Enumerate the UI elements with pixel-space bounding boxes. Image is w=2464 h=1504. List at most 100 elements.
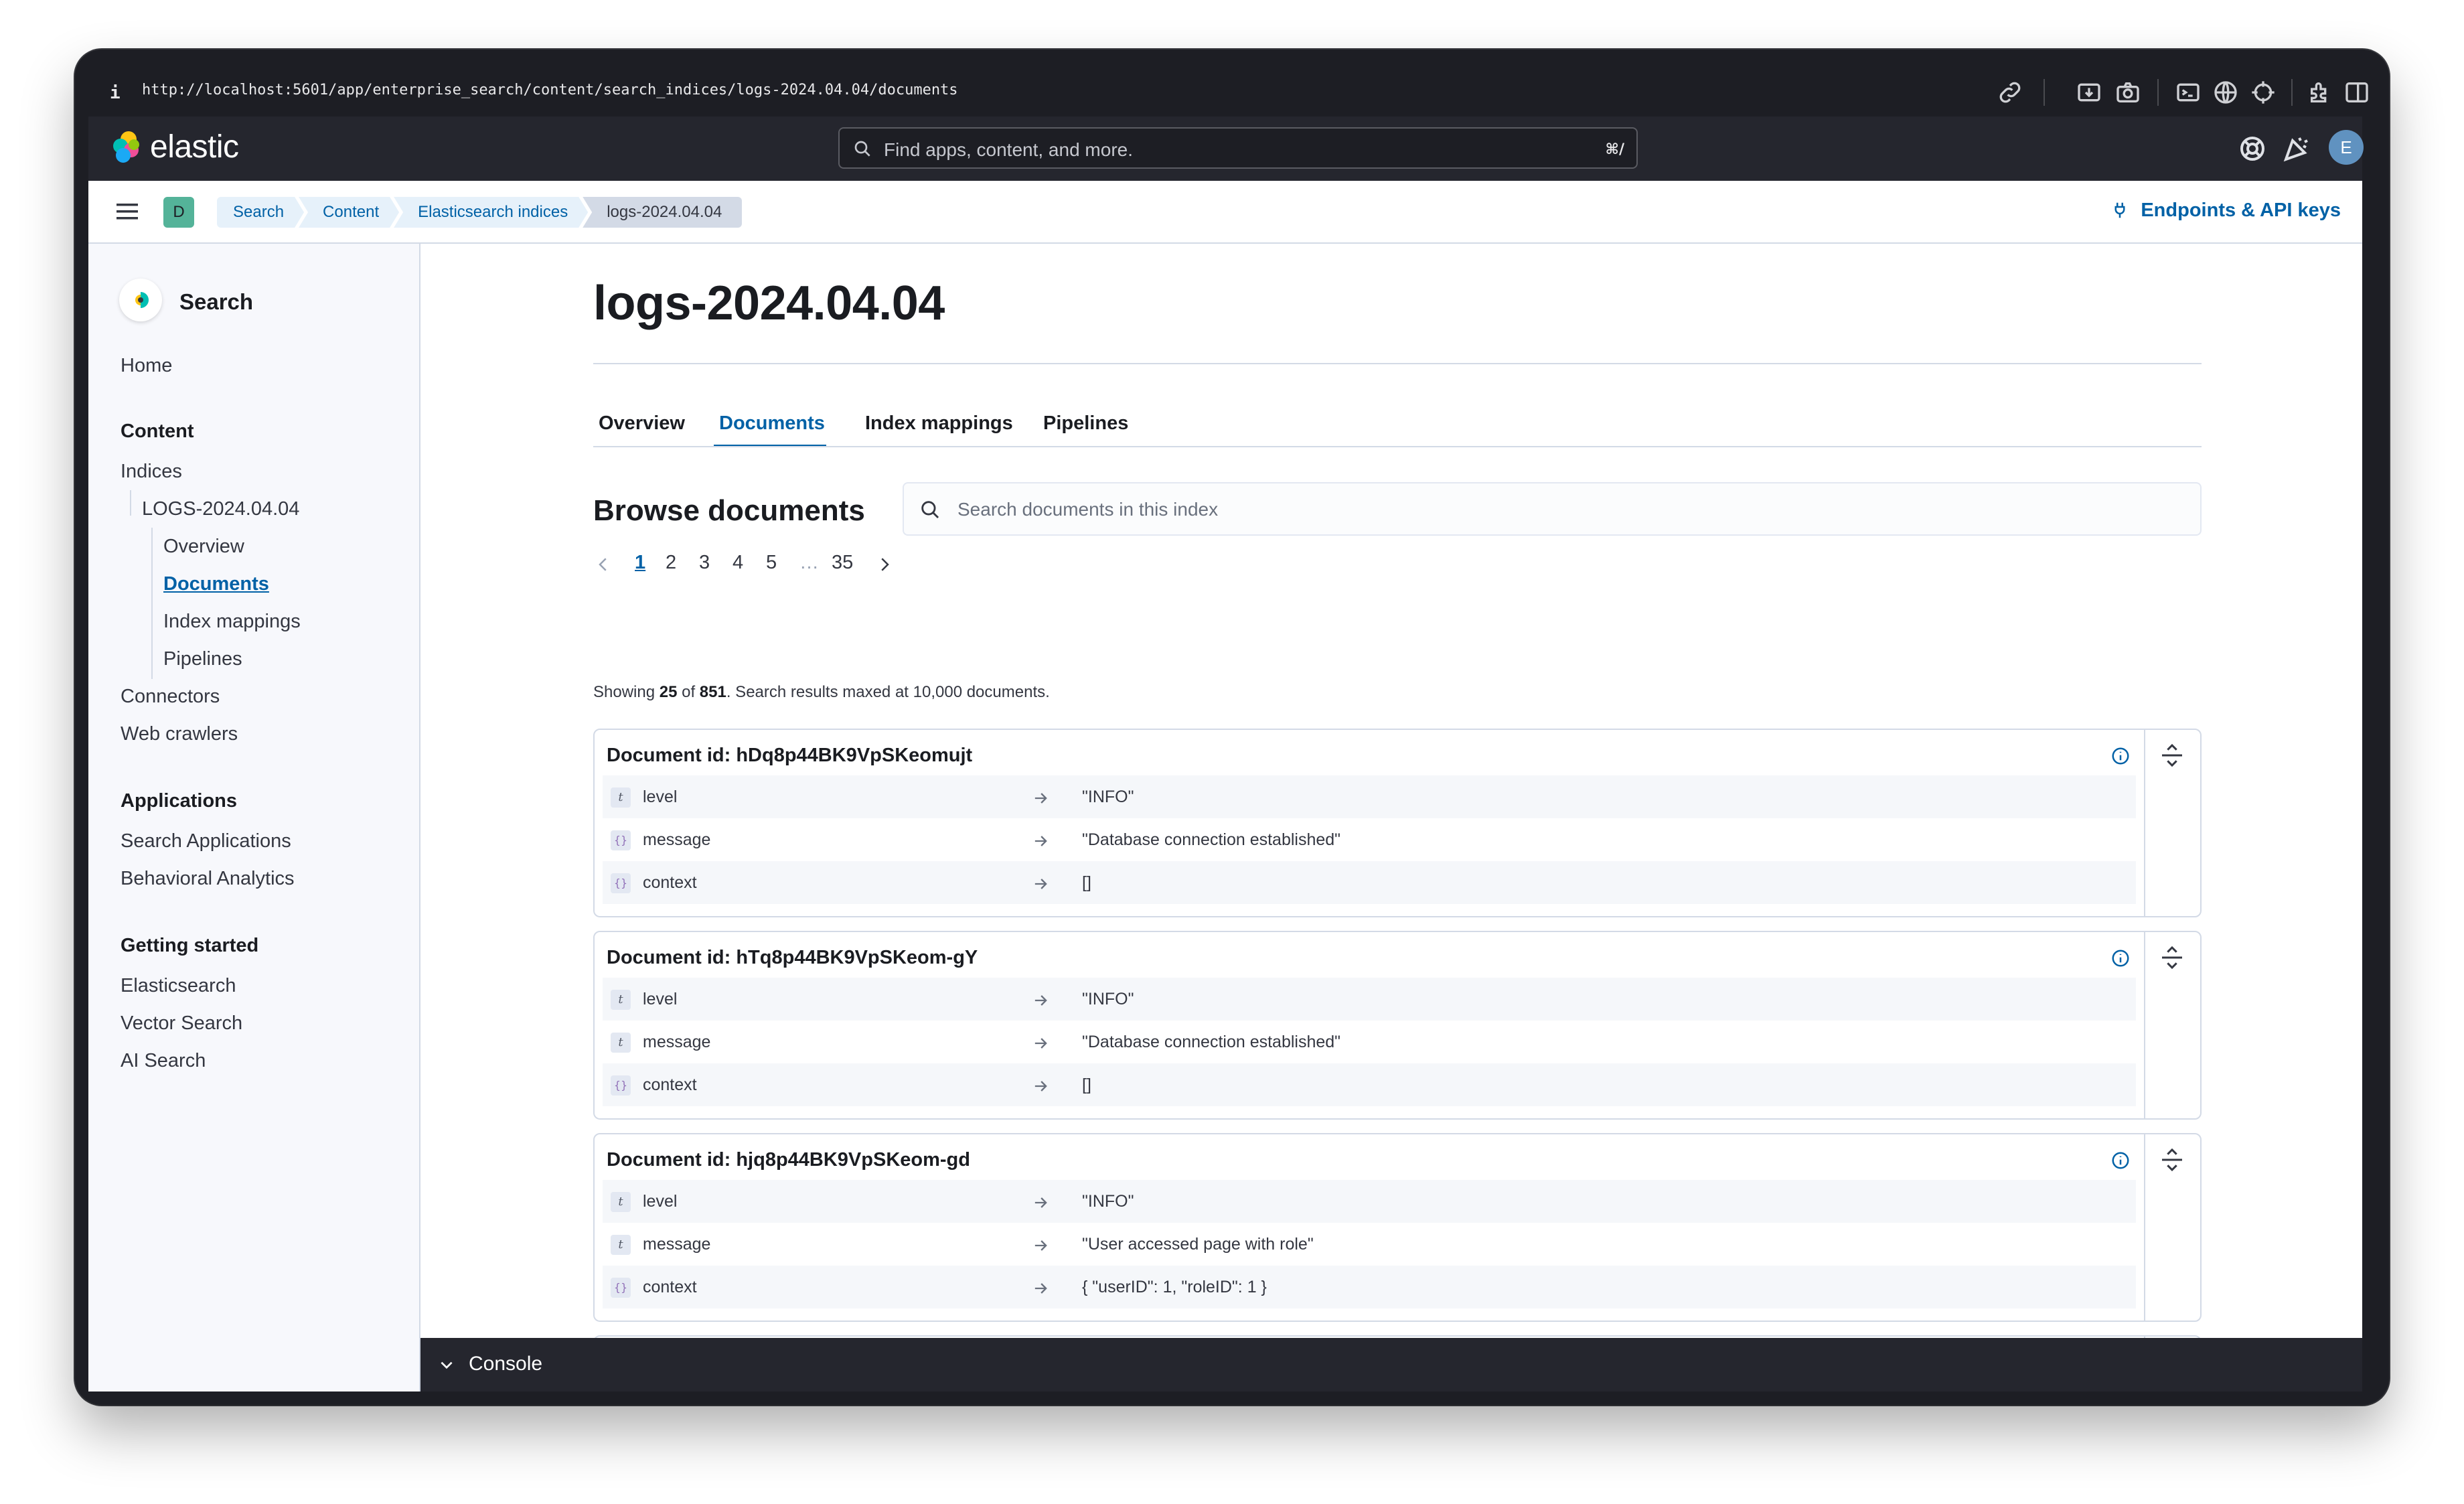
page-link-5[interactable]: 5 xyxy=(766,552,777,574)
arrow-right-icon xyxy=(1031,1193,1050,1212)
document-field-row: {} context [] xyxy=(603,1063,2136,1106)
expand-icon[interactable] xyxy=(2159,944,2185,971)
brand-name[interactable]: elastic xyxy=(150,129,239,165)
field-name: context xyxy=(643,1075,697,1094)
document-search-input[interactable] xyxy=(956,493,2164,526)
search-icon xyxy=(854,141,870,157)
side-navigation: Search Home Content Indices LOGS-2024.04… xyxy=(88,244,420,1392)
elastic-logo-icon[interactable] xyxy=(108,130,143,165)
news-icon[interactable] xyxy=(2281,133,2313,165)
text-type-icon: t xyxy=(611,1235,631,1255)
sidebar-item-home[interactable]: Home xyxy=(121,355,172,377)
sidebar-item-pipelines[interactable]: Pipelines xyxy=(163,648,242,670)
document-field-row: {} message "Database connection establishe… xyxy=(603,818,2136,861)
info-icon[interactable] xyxy=(2110,746,2131,766)
field-value: "INFO" xyxy=(1082,990,1134,1008)
text-type-icon: t xyxy=(611,787,631,808)
results-prefix: Showing xyxy=(593,683,660,701)
address-bar[interactable]: http://localhost:5601/app/enterprise_sea… xyxy=(142,82,958,98)
terminal-icon[interactable] xyxy=(2175,79,2202,106)
info-icon[interactable]: i xyxy=(110,83,121,103)
space-avatar[interactable]: D xyxy=(163,197,194,228)
card-divider xyxy=(2144,730,2145,916)
sidebar-item-overview[interactable]: Overview xyxy=(163,536,244,558)
tab-index-mappings[interactable]: Index mappings xyxy=(865,412,1013,435)
menu-icon[interactable] xyxy=(114,200,141,224)
plug-icon xyxy=(2114,202,2125,218)
field-value: "Database connection established" xyxy=(1082,1033,1341,1051)
page-link-4[interactable]: 4 xyxy=(733,552,743,574)
global-search-placeholder: Find apps, content, and more. xyxy=(884,139,1133,160)
document-field-row: t level "INFO" xyxy=(603,978,2136,1021)
tab-overview[interactable]: Overview xyxy=(599,412,685,435)
page-title: logs-2024.04.04 xyxy=(593,277,945,330)
sidebar-item-web-crawlers[interactable]: Web crawlers xyxy=(121,723,238,745)
document-field-row: t message "User accessed page with role" xyxy=(603,1223,2136,1266)
toolbar-divider xyxy=(2044,79,2045,106)
card-divider xyxy=(2144,932,2145,1118)
browser-toolbar: i http://localhost:5601/app/enterprise_s… xyxy=(75,50,2389,117)
field-value: [] xyxy=(1082,1075,1091,1094)
globe-icon[interactable] xyxy=(2212,79,2239,106)
tab-documents[interactable]: Documents xyxy=(719,412,825,435)
document-id: Document id: hDq8p44BK9VpSKeomujt xyxy=(607,745,973,766)
breadcrumb: Search Content Elasticsearch indices log… xyxy=(217,197,743,228)
next-page-icon[interactable] xyxy=(874,554,895,575)
sidebar-item-connectors[interactable]: Connectors xyxy=(121,686,220,708)
console-bar[interactable]: Console xyxy=(420,1338,2362,1392)
page-link-2[interactable]: 2 xyxy=(666,552,676,574)
field-value: [] xyxy=(1082,873,1091,892)
info-icon[interactable] xyxy=(2110,1150,2131,1171)
camera-icon[interactable] xyxy=(2114,79,2141,106)
crosshair-icon[interactable] xyxy=(2250,79,2277,106)
endpoints-api-keys-button[interactable]: Endpoints & API keys xyxy=(2110,200,2341,222)
sidebar-item-indices[interactable]: Indices xyxy=(121,461,182,483)
sidebar-item-index-mappings[interactable]: Index mappings xyxy=(163,611,301,633)
expand-icon[interactable] xyxy=(2159,742,2185,769)
expand-icon[interactable] xyxy=(2159,1146,2185,1173)
sidebar-group-content: Content xyxy=(121,421,194,442)
card-divider xyxy=(2144,1134,2145,1321)
field-name: message xyxy=(643,830,711,849)
breadcrumb-content[interactable]: Content xyxy=(299,197,399,228)
sidebar-item-documents[interactable]: Documents xyxy=(163,573,269,595)
sidebar-item-elasticsearch[interactable]: Elasticsearch xyxy=(121,975,236,997)
document-search-field[interactable] xyxy=(903,482,2202,536)
text-type-icon: t xyxy=(611,1192,631,1212)
arrow-right-icon xyxy=(1031,1034,1050,1053)
tree-line xyxy=(151,528,153,679)
page-link-3[interactable]: 3 xyxy=(699,552,710,574)
user-avatar[interactable]: E xyxy=(2329,130,2364,165)
arrow-right-icon xyxy=(1031,832,1050,850)
field-name: context xyxy=(643,1278,697,1296)
search-icon xyxy=(921,501,939,519)
document-field-row: t level "INFO" xyxy=(603,775,2136,818)
previous-page-icon[interactable] xyxy=(593,554,613,575)
page-link-1[interactable]: 1 xyxy=(635,552,645,574)
screenshot-icon[interactable] xyxy=(2076,79,2102,106)
page-link-last[interactable]: 35 xyxy=(832,552,853,574)
link-icon[interactable] xyxy=(1997,79,2023,106)
extension-icon[interactable] xyxy=(2307,79,2334,106)
global-search-input[interactable]: Find apps, content, and more. ⌘/ xyxy=(838,127,1638,169)
endpoints-label: Endpoints & API keys xyxy=(2141,200,2341,221)
search-solution-logo-icon xyxy=(119,279,162,321)
field-name: message xyxy=(643,1033,711,1051)
sidebar-item-index-name[interactable]: LOGS-2024.04.04 xyxy=(142,498,299,520)
sidebar-item-behavioral-analytics[interactable]: Behavioral Analytics xyxy=(121,868,295,890)
info-icon[interactable] xyxy=(2110,948,2131,968)
field-name: level xyxy=(643,787,678,806)
main-content: logs-2024.04.04 Overview Documents Index… xyxy=(420,244,2362,1389)
breadcrumb-search[interactable]: Search xyxy=(217,197,304,228)
results-of: of xyxy=(677,683,700,701)
sidebar-item-search-applications[interactable]: Search Applications xyxy=(121,830,291,852)
field-value: { "userID": 1, "roleID": 1 } xyxy=(1082,1278,1267,1296)
sidebar-item-vector-search[interactable]: Vector Search xyxy=(121,1012,242,1035)
tab-pipelines[interactable]: Pipelines xyxy=(1043,412,1128,435)
sidebar-icon[interactable] xyxy=(2343,79,2370,106)
document-field-row: {} context { "userID": 1, "roleID": 1 } xyxy=(603,1266,2136,1308)
breadcrumb-elasticsearch-indices[interactable]: Elasticsearch indices xyxy=(394,197,588,228)
keyboard-shortcut-badge: ⌘/ xyxy=(1605,141,1624,158)
help-icon[interactable] xyxy=(2236,133,2268,165)
sidebar-item-ai-search[interactable]: AI Search xyxy=(121,1050,206,1072)
